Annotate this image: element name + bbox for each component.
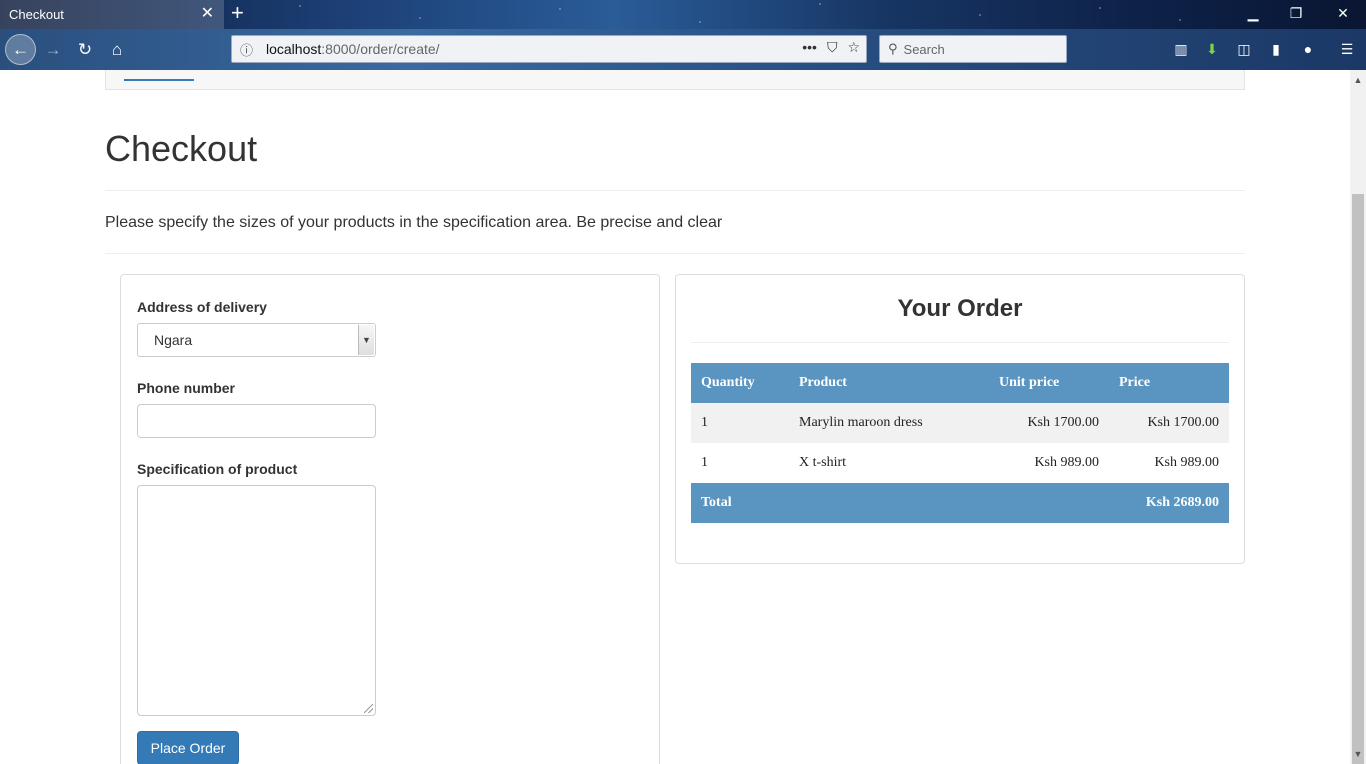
browser-tab-checkout[interactable]: Checkout ✕ xyxy=(0,0,224,29)
extension-icon[interactable]: ▮ xyxy=(1265,39,1287,59)
page-intro: Please specify the sizes of your product… xyxy=(105,214,723,231)
total-value: Ksh 2689.00 xyxy=(1109,483,1229,523)
page-title: Checkout xyxy=(105,128,258,169)
url-host: localhost xyxy=(266,41,322,57)
forward-arrow-icon[interactable]: → xyxy=(38,35,68,65)
page-viewport: Checkout Please specify the sizes of you… xyxy=(0,70,1350,764)
address-selected-value: Ngara xyxy=(154,332,193,348)
phone-label: Phone number xyxy=(137,380,236,396)
extension-2-icon[interactable]: ● xyxy=(1297,39,1319,59)
home-icon[interactable]: ⌂ xyxy=(102,35,132,65)
top-notice-link[interactable] xyxy=(124,73,194,81)
bookmark-star-icon[interactable]: ☆ xyxy=(847,39,860,56)
url-path: :8000/order/create/ xyxy=(321,41,440,57)
address-select[interactable]: Ngara ▼ xyxy=(137,323,376,357)
menu-icon[interactable]: ☰ xyxy=(1336,39,1358,59)
place-order-button[interactable]: Place Order xyxy=(137,731,239,764)
total-spacer xyxy=(989,483,1109,523)
restore-icon[interactable]: ❐ xyxy=(1285,3,1307,23)
browser-nav-bar: ← → ↻ ⌂ ⓘ localhost:8000/order/create/ •… xyxy=(0,29,1366,70)
cell-unit-price: Ksh 1700.00 xyxy=(989,403,1109,443)
page-scrollbar[interactable]: ▲ ▼ xyxy=(1350,70,1366,764)
library-icon[interactable]: ▥ xyxy=(1170,39,1192,59)
minimize-icon[interactable]: ▁ xyxy=(1242,3,1264,23)
divider xyxy=(105,190,1245,191)
spec-label: Specification of product xyxy=(137,461,298,477)
sidebar-icon[interactable]: ◫ xyxy=(1233,39,1255,59)
scroll-down-icon[interactable]: ▼ xyxy=(1350,746,1366,762)
table-header-row: Quantity Product Unit price Price xyxy=(691,363,1229,403)
url-bar[interactable]: ⓘ localhost:8000/order/create/ ••• ⛉ ☆ xyxy=(231,35,867,63)
cell-price: Ksh 1700.00 xyxy=(1109,403,1229,443)
close-window-icon[interactable]: ✕ xyxy=(1332,3,1354,23)
search-icon: ⚲ xyxy=(888,41,898,56)
total-label: Total xyxy=(691,483,789,523)
page-actions-icon[interactable]: ••• xyxy=(802,39,817,56)
table-total-row: Total Ksh 2689.00 xyxy=(691,483,1229,523)
table-row: 1 Marylin maroon dress Ksh 1700.00 Ksh 1… xyxy=(691,403,1229,443)
table-row: 1 X t-shirt Ksh 989.00 Ksh 989.00 xyxy=(691,443,1229,483)
back-arrow-icon[interactable]: ← xyxy=(5,34,36,65)
order-summary-panel: Your Order Quantity Product Unit price P… xyxy=(675,274,1245,564)
cell-quantity: 1 xyxy=(701,455,708,470)
search-bar[interactable]: ⚲ Search xyxy=(879,35,1067,63)
scroll-up-icon[interactable]: ▲ xyxy=(1350,72,1366,88)
browser-tab-bar: Checkout ✕ + ▁ ❐ ✕ xyxy=(0,0,1366,29)
column-header-price: Price xyxy=(1109,363,1229,403)
resize-handle-icon[interactable] xyxy=(364,704,373,713)
column-header-unit-price: Unit price xyxy=(989,363,1109,403)
chevron-down-icon[interactable]: ▼ xyxy=(358,325,374,355)
cell-product: X t-shirt xyxy=(799,455,847,470)
divider xyxy=(691,342,1229,343)
info-icon[interactable]: ⓘ xyxy=(240,40,262,59)
search-placeholder: Search xyxy=(903,41,945,57)
download-icon[interactable]: ⬇ xyxy=(1201,39,1223,59)
total-spacer xyxy=(789,483,989,523)
reload-icon[interactable]: ↻ xyxy=(70,35,100,65)
close-tab-icon[interactable]: ✕ xyxy=(201,5,214,23)
scroll-thumb[interactable] xyxy=(1352,194,1364,764)
checkout-form-panel: Address of delivery Ngara ▼ Phone number… xyxy=(120,274,660,764)
order-heading: Your Order xyxy=(897,295,1023,322)
cell-price: Ksh 989.00 xyxy=(1154,455,1219,470)
spec-textarea[interactable] xyxy=(137,485,376,716)
url-text: localhost:8000/order/create/ xyxy=(266,41,440,57)
tab-title: Checkout xyxy=(9,7,64,22)
top-notice-box xyxy=(105,70,1245,90)
pocket-icon[interactable]: ⛉ xyxy=(827,39,838,56)
cell-product: Marylin maroon dress xyxy=(789,403,989,443)
address-label: Address of delivery xyxy=(137,299,267,315)
column-header-product: Product xyxy=(789,363,989,403)
cell-unit-price: Ksh 989.00 xyxy=(1034,455,1099,470)
cell-quantity: 1 xyxy=(691,403,789,443)
new-tab-icon[interactable]: + xyxy=(231,1,244,25)
phone-input[interactable] xyxy=(137,404,376,438)
divider xyxy=(105,253,1245,254)
column-header-quantity: Quantity xyxy=(691,363,789,403)
order-table: Quantity Product Unit price Price 1 Mary… xyxy=(691,363,1229,523)
